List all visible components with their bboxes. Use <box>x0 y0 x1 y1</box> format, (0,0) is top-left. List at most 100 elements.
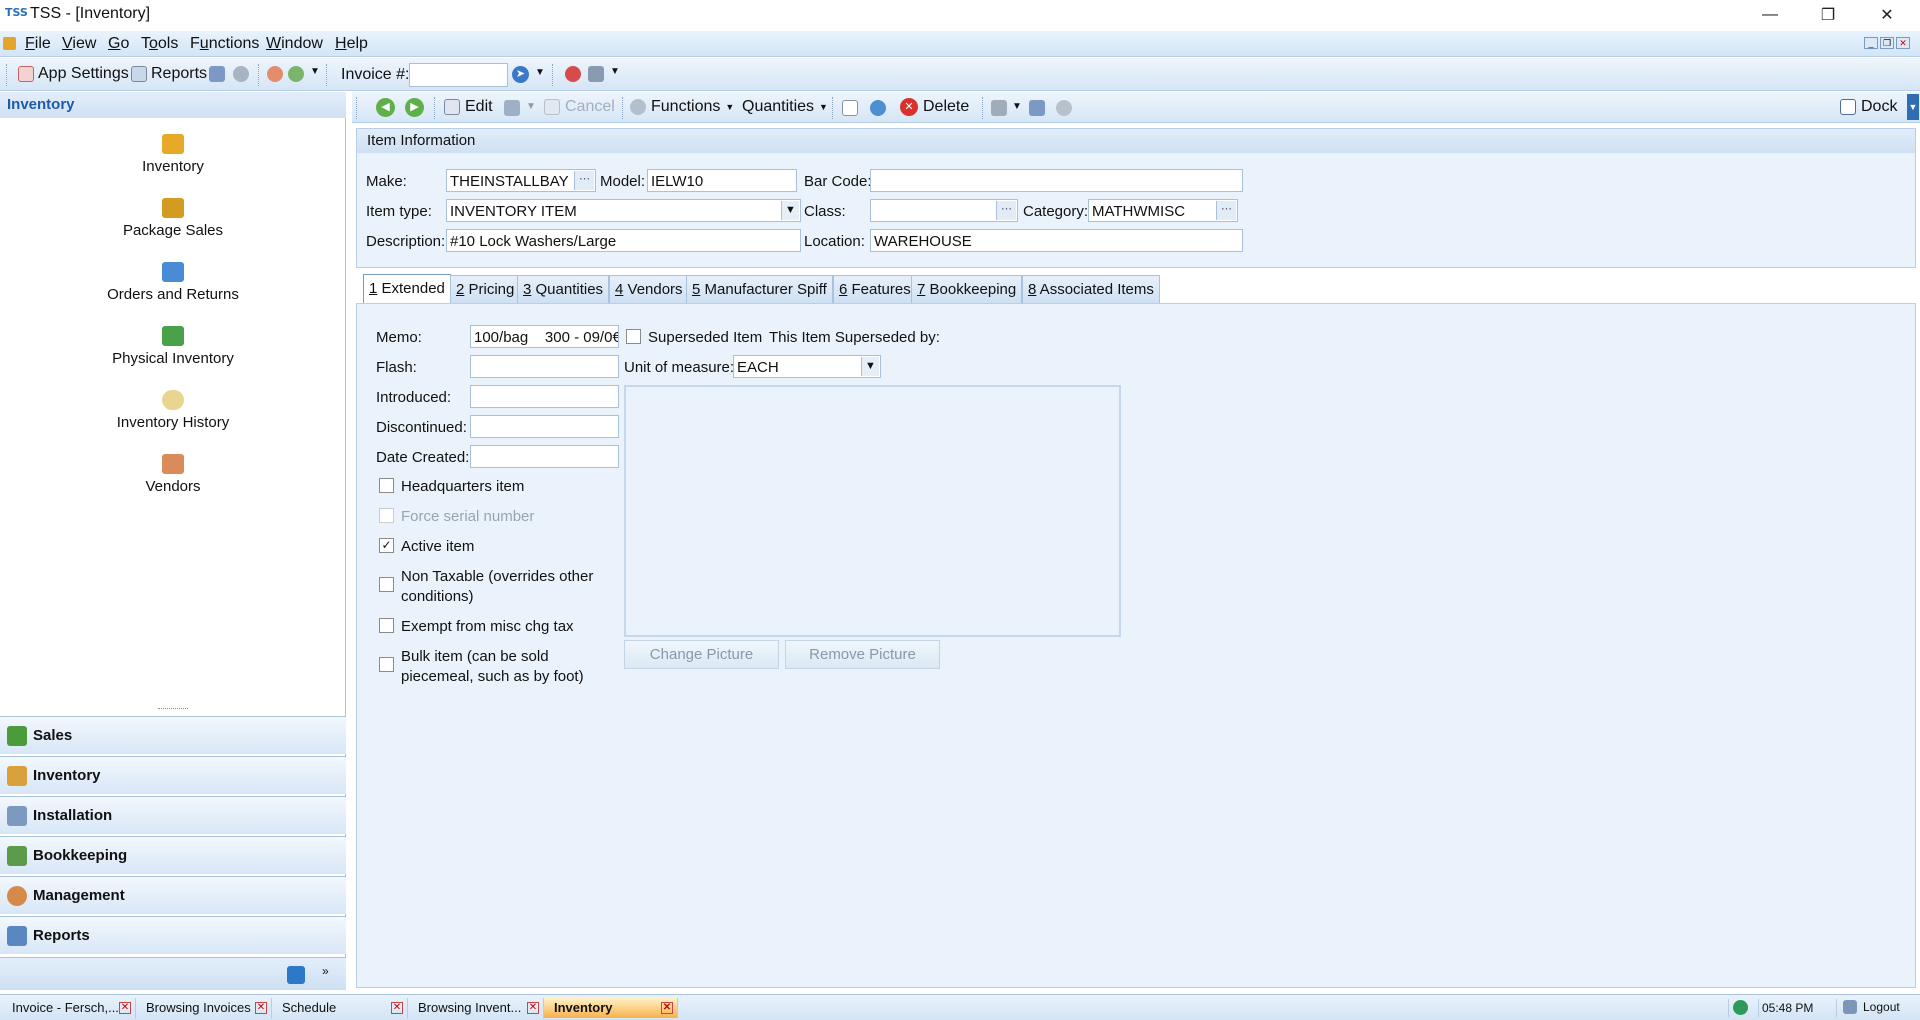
mdi-restore-icon[interactable]: ❐ <box>1880 37 1894 49</box>
force-serial-checkbox[interactable] <box>379 508 394 523</box>
superseded-checkbox[interactable] <box>626 329 641 344</box>
tab-pricing[interactable]: 2 Pricing <box>450 275 521 303</box>
app-menu-icon[interactable] <box>3 37 16 50</box>
exempt-misc-tax-checkbox[interactable] <box>379 618 394 633</box>
nav-item-orders-returns[interactable]: Orders and Returns <box>0 262 346 303</box>
barcode-field[interactable] <box>870 169 1243 192</box>
flag-icon[interactable] <box>565 66 581 82</box>
tab-associated-items[interactable]: 8 Associated Items <box>1022 275 1160 303</box>
delete-button[interactable]: ✕ Delete <box>900 98 969 116</box>
mdi-close-icon[interactable]: ✕ <box>1896 37 1910 49</box>
nav-item-vendors[interactable]: Vendors <box>0 454 346 495</box>
menu-functions[interactable]: Functions <box>190 35 259 53</box>
nav-item-package-sales[interactable]: Package Sales <box>0 198 346 239</box>
tab-features[interactable]: 6 Features <box>833 275 917 303</box>
bulk-item-checkbox[interactable] <box>379 657 394 672</box>
tab-bookkeeping[interactable]: 7 Bookkeeping <box>911 275 1023 303</box>
change-picture-button[interactable]: Change Picture <box>624 640 779 669</box>
dock-button[interactable]: Dock <box>1840 98 1897 116</box>
minimize-button[interactable]: — <box>1747 0 1793 30</box>
section-bookkeeping[interactable]: Bookkeeping <box>0 836 346 874</box>
close-icon[interactable]: ✕ <box>255 1002 267 1014</box>
user-icon[interactable] <box>267 66 283 82</box>
help-icon[interactable] <box>1056 100 1072 116</box>
menu-file[interactable]: File <box>25 35 51 53</box>
location-field[interactable]: WAREHOUSE <box>870 229 1243 252</box>
close-icon[interactable]: ✕ <box>119 1002 131 1014</box>
task-browsing-inventory[interactable]: Browsing Invent... ✕ <box>408 998 544 1018</box>
globe-icon[interactable] <box>288 66 304 82</box>
edit-button[interactable]: Edit <box>444 98 493 116</box>
print-dropdown-icon[interactable]: ▼ <box>1012 101 1022 112</box>
chevron-more-icon[interactable]: » <box>322 964 329 978</box>
close-icon[interactable]: ✕ <box>661 1002 673 1014</box>
section-sales[interactable]: Sales <box>0 716 346 754</box>
non-taxable-checkbox[interactable] <box>379 577 394 592</box>
task-schedule[interactable]: Schedule ✕ <box>272 998 408 1018</box>
chevron-down-icon[interactable]: ▼ <box>861 357 879 376</box>
menu-help[interactable]: Help <box>335 35 368 53</box>
refresh-icon[interactable] <box>870 100 886 116</box>
invoice-number-input[interactable] <box>409 63 508 87</box>
model-field[interactable]: IELW10 <box>647 169 797 192</box>
chevron-down-icon[interactable]: ▼ <box>781 201 799 220</box>
mdi-minimize-icon[interactable]: _ <box>1864 37 1878 49</box>
section-installation[interactable]: Installation <box>0 796 346 834</box>
make-field[interactable]: THEINSTALLBAY ⋯ <box>446 169 596 192</box>
truck-icon[interactable] <box>588 66 604 82</box>
refresh-icon[interactable] <box>287 966 305 984</box>
item-type-select[interactable]: INVENTORY ITEM ▼ <box>446 199 801 222</box>
save-icon[interactable] <box>504 100 520 116</box>
date-created-field[interactable] <box>470 445 619 468</box>
description-field[interactable]: #10 Lock Washers/Large <box>446 229 801 252</box>
back-arrow-icon[interactable]: ◀ <box>376 98 395 117</box>
section-management[interactable]: Management <box>0 876 346 914</box>
class-lookup-button[interactable]: ⋯ <box>996 201 1016 220</box>
binoculars-icon[interactable] <box>1029 100 1045 116</box>
menu-tools[interactable]: Tools <box>141 35 178 53</box>
functions-dropdown[interactable]: Functions ▼ <box>630 98 734 116</box>
nav-item-inventory[interactable]: Inventory <box>0 134 346 175</box>
make-lookup-button[interactable]: ⋯ <box>574 171 594 190</box>
remove-picture-button[interactable]: Remove Picture <box>785 640 940 669</box>
forward-arrow-icon[interactable]: ▶ <box>405 98 424 117</box>
menu-view[interactable]: View <box>62 35 96 53</box>
tab-quantities[interactable]: 3 Quantities <box>517 275 610 303</box>
tab-vendors[interactable]: 4 Vendors <box>609 275 689 303</box>
memo-field[interactable]: 100/bag 300 - 09/0€ <box>470 325 619 348</box>
tab-extended[interactable]: 1 Extended <box>363 274 451 304</box>
binoculars-icon[interactable] <box>209 66 225 82</box>
tab-manufacturer-spiff[interactable]: 5 Manufacturer Spiff <box>686 275 833 303</box>
menu-window[interactable]: Window <box>266 35 323 53</box>
section-reports[interactable]: Reports <box>0 916 346 954</box>
toolbar-overflow-icon[interactable]: ▼ <box>310 66 320 77</box>
toolbar-overflow-icon[interactable]: ▼ <box>610 66 620 77</box>
logout-button[interactable]: Logout <box>1843 1000 1900 1014</box>
splitter-grip[interactable] <box>158 708 188 711</box>
class-field[interactable]: ⋯ <box>870 199 1018 222</box>
flash-field[interactable] <box>470 355 619 378</box>
quantities-dropdown[interactable]: Quantities ▼ <box>742 98 828 116</box>
task-invoice[interactable]: Invoice - Fersch,... ✕ <box>2 998 136 1018</box>
active-item-checkbox[interactable]: ✓ <box>379 538 394 553</box>
task-inventory[interactable]: Inventory ✕ <box>544 998 678 1018</box>
introduced-field[interactable] <box>470 385 619 408</box>
restore-button[interactable]: ❐ <box>1805 0 1851 30</box>
dock-dropdown-icon[interactable]: ▼ <box>1907 94 1919 120</box>
go-arrow-icon[interactable]: ➤ <box>512 66 529 83</box>
app-settings-button[interactable]: App Settings <box>18 65 129 83</box>
gear-icon[interactable] <box>233 66 249 82</box>
invoice-dropdown-icon[interactable]: ▼ <box>535 67 545 78</box>
category-field[interactable]: MATHWMISC ⋯ <box>1088 199 1238 222</box>
save-dropdown-icon[interactable]: ▼ <box>526 101 536 112</box>
new-document-icon[interactable] <box>842 100 858 116</box>
task-browsing-invoices[interactable]: Browsing Invoices ✕ <box>136 998 272 1018</box>
discontinued-field[interactable] <box>470 415 619 438</box>
close-icon[interactable]: ✕ <box>527 1002 539 1014</box>
reports-button[interactable]: Reports <box>131 65 207 83</box>
unit-of-measure-select[interactable]: EACH ▼ <box>733 355 881 378</box>
close-icon[interactable]: ✕ <box>391 1002 403 1014</box>
print-icon[interactable] <box>991 100 1007 116</box>
nav-item-physical-inventory[interactable]: Physical Inventory <box>0 326 346 367</box>
close-button[interactable]: ✕ <box>1864 0 1910 30</box>
